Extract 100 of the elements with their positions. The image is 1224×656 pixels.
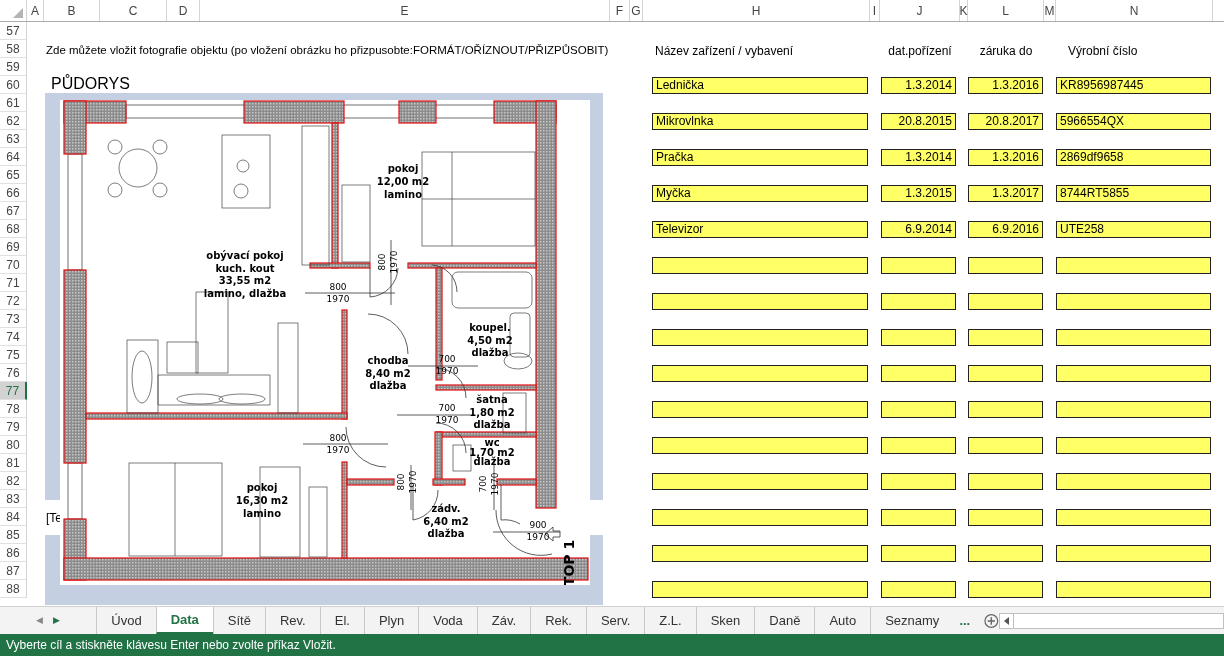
- column-header[interactable]: N: [1056, 0, 1213, 21]
- row-header[interactable]: 80: [0, 436, 27, 454]
- date-input[interactable]: 1.3.2016: [968, 149, 1043, 166]
- serial-input[interactable]: [1056, 545, 1211, 562]
- date-input[interactable]: 1.3.2014: [881, 149, 956, 166]
- row-header[interactable]: 57: [0, 22, 27, 40]
- serial-input[interactable]: [1056, 401, 1211, 418]
- column-header[interactable]: M: [1044, 0, 1056, 21]
- date-input[interactable]: [881, 401, 956, 418]
- row-header[interactable]: 60: [0, 76, 27, 94]
- row-header[interactable]: 83: [0, 490, 27, 508]
- row-header[interactable]: 81: [0, 454, 27, 472]
- row-header[interactable]: 87: [0, 562, 27, 580]
- column-header[interactable]: F: [610, 0, 630, 21]
- row-header[interactable]: 85: [0, 526, 27, 544]
- date-input[interactable]: 1.3.2014: [881, 77, 956, 94]
- column-header[interactable]: K: [960, 0, 968, 21]
- sheet-tab[interactable]: Data: [155, 607, 213, 634]
- row-header[interactable]: 59: [0, 58, 27, 76]
- date-input[interactable]: 6.9.2014: [881, 221, 956, 238]
- date-input[interactable]: [968, 437, 1043, 454]
- row-header[interactable]: 70: [0, 256, 27, 274]
- name-input[interactable]: [652, 473, 868, 490]
- row-header[interactable]: 88: [0, 580, 27, 598]
- row-header[interactable]: 73: [0, 310, 27, 328]
- column-header[interactable]: D: [167, 0, 200, 21]
- date-input[interactable]: 1.3.2017: [968, 185, 1043, 202]
- column-header[interactable]: E: [200, 0, 610, 21]
- row-header[interactable]: 66: [0, 184, 27, 202]
- serial-input[interactable]: 2869df9658: [1056, 149, 1211, 166]
- date-input[interactable]: 1.3.2016: [968, 77, 1043, 94]
- column-header[interactable]: B: [44, 0, 100, 21]
- date-input[interactable]: [968, 293, 1043, 310]
- row-header[interactable]: 68: [0, 220, 27, 238]
- date-input[interactable]: [968, 473, 1043, 490]
- name-input[interactable]: [652, 545, 868, 562]
- date-input[interactable]: [968, 581, 1043, 598]
- serial-input[interactable]: 5966554QX: [1056, 113, 1211, 130]
- date-input[interactable]: [881, 257, 956, 274]
- serial-input[interactable]: [1056, 293, 1211, 310]
- name-input[interactable]: Mikrovlnka: [652, 113, 868, 130]
- name-input[interactable]: [652, 293, 868, 310]
- date-input[interactable]: [881, 365, 956, 382]
- row-header[interactable]: 63: [0, 130, 27, 148]
- column-header[interactable]: L: [968, 0, 1044, 21]
- name-input[interactable]: [652, 257, 868, 274]
- date-input[interactable]: [968, 365, 1043, 382]
- row-header[interactable]: 71: [0, 274, 27, 292]
- date-input[interactable]: [881, 509, 956, 526]
- date-input[interactable]: [968, 509, 1043, 526]
- date-input[interactable]: [881, 293, 956, 310]
- row-header[interactable]: 75: [0, 346, 27, 364]
- column-header[interactable]: A: [27, 0, 44, 21]
- date-input[interactable]: [968, 401, 1043, 418]
- row-header[interactable]: 61: [0, 94, 27, 112]
- serial-input[interactable]: [1056, 257, 1211, 274]
- row-header[interactable]: 79: [0, 418, 27, 436]
- row-header[interactable]: 67: [0, 202, 27, 220]
- serial-input[interactable]: [1056, 329, 1211, 346]
- name-input[interactable]: [652, 509, 868, 526]
- name-input[interactable]: [652, 329, 868, 346]
- serial-input[interactable]: [1056, 365, 1211, 382]
- horizontal-scrollbar[interactable]: [998, 612, 1224, 629]
- date-input[interactable]: [881, 545, 956, 562]
- serial-input[interactable]: 8744RT5855: [1056, 185, 1211, 202]
- date-input[interactable]: [968, 545, 1043, 562]
- row-header[interactable]: 69: [0, 238, 27, 256]
- row-header[interactable]: 64: [0, 148, 27, 166]
- date-input[interactable]: 20.8.2017: [968, 113, 1043, 130]
- row-header[interactable]: 78: [0, 400, 27, 418]
- name-input[interactable]: Pračka: [652, 149, 868, 166]
- name-input[interactable]: Myčka: [652, 185, 868, 202]
- add-sheet-icon[interactable]: [984, 612, 999, 629]
- serial-input[interactable]: [1056, 581, 1211, 598]
- name-input[interactable]: Televizor: [652, 221, 868, 238]
- row-header[interactable]: 74: [0, 328, 27, 346]
- row-header[interactable]: 58: [0, 40, 27, 58]
- column-header[interactable]: J: [880, 0, 960, 21]
- date-input[interactable]: [968, 329, 1043, 346]
- date-input[interactable]: [881, 437, 956, 454]
- name-input[interactable]: [652, 365, 868, 382]
- row-header[interactable]: 82: [0, 472, 27, 490]
- name-input[interactable]: Lednička: [652, 77, 868, 94]
- column-header[interactable]: C: [100, 0, 167, 21]
- row-header[interactable]: 84: [0, 508, 27, 526]
- serial-input[interactable]: [1056, 437, 1211, 454]
- next-sheet-button[interactable]: ▶: [53, 613, 63, 628]
- date-input[interactable]: [968, 257, 1043, 274]
- name-input[interactable]: [652, 401, 868, 418]
- serial-input[interactable]: UTE258: [1056, 221, 1211, 238]
- more-sheets-button[interactable]: ...: [959, 610, 971, 631]
- serial-input[interactable]: [1056, 473, 1211, 490]
- date-input[interactable]: [881, 473, 956, 490]
- row-header[interactable]: 72: [0, 292, 27, 310]
- column-header[interactable]: H: [643, 0, 870, 21]
- row-header[interactable]: 77: [0, 382, 27, 400]
- date-input[interactable]: 20.8.2015: [881, 113, 956, 130]
- date-input[interactable]: 1.3.2015: [881, 185, 956, 202]
- serial-input[interactable]: [1056, 509, 1211, 526]
- row-header[interactable]: 62: [0, 112, 27, 130]
